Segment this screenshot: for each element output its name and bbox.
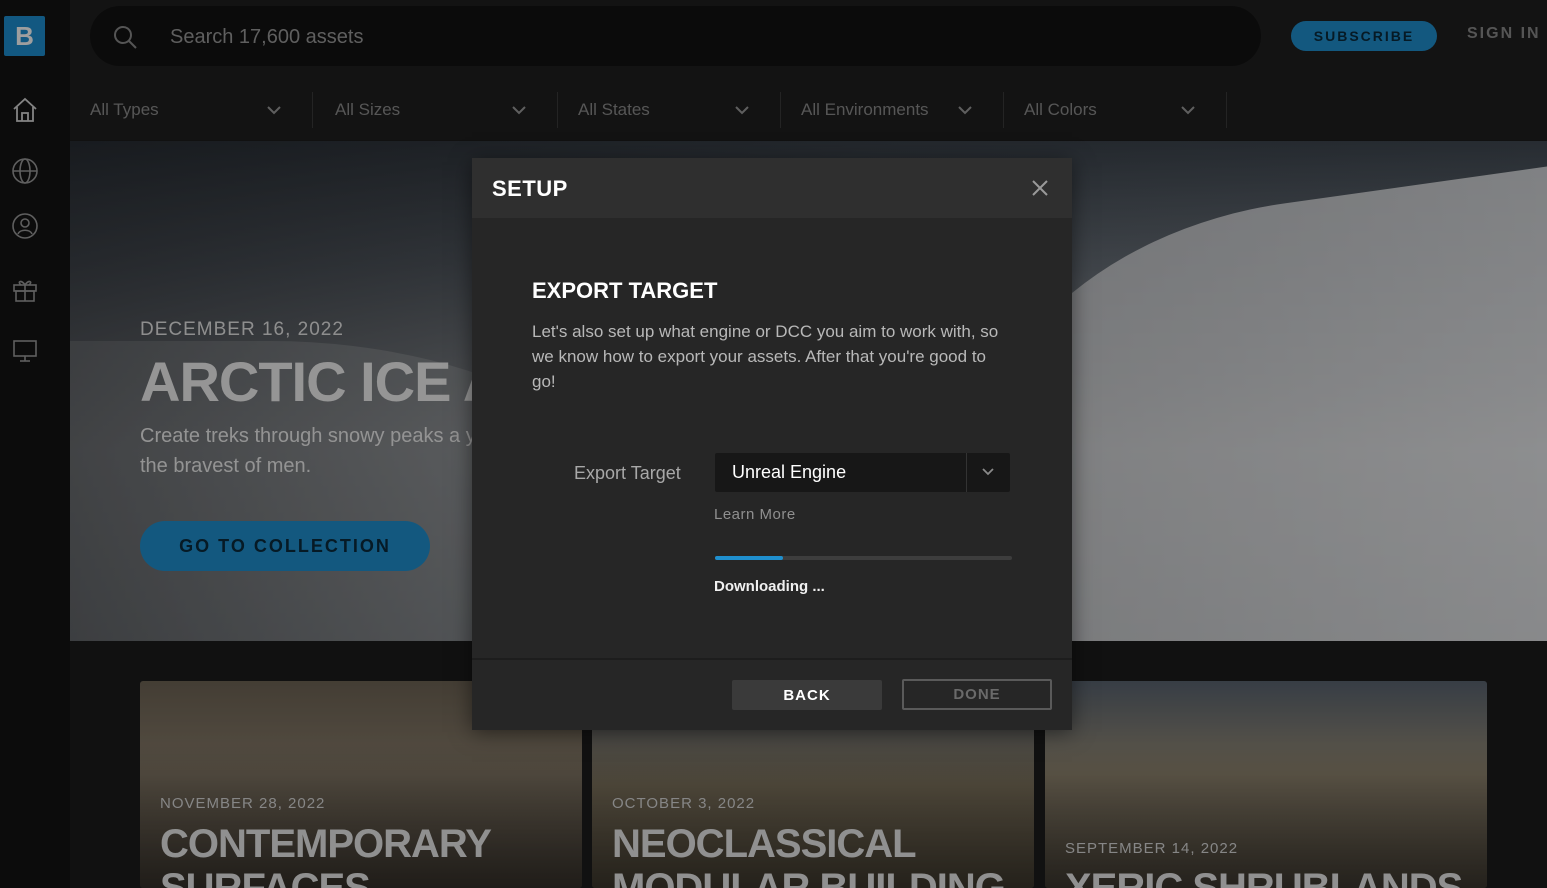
export-target-select[interactable]: Unreal Engine (715, 453, 1010, 492)
selected-value: Unreal Engine (732, 462, 847, 482)
back-button[interactable]: BACK (732, 680, 882, 710)
section-description: Let's also set up what engine or DCC you… (532, 322, 999, 391)
dialog-title: SETUP (492, 176, 568, 201)
learn-more-link[interactable]: Learn More (714, 506, 796, 523)
dialog-footer: BACK DONE (472, 658, 1072, 730)
done-button[interactable]: DONE (902, 679, 1052, 710)
download-progress-bar (715, 556, 1012, 560)
dialog-header: SETUP (472, 158, 1072, 218)
progress-fill (715, 556, 784, 560)
close-icon[interactable] (1030, 178, 1050, 198)
export-target-label: Export Target (574, 463, 681, 483)
download-status: Downloading ... (714, 578, 825, 595)
chevron-down-icon[interactable] (981, 465, 995, 479)
section-title: EXPORT TARGET (532, 278, 718, 303)
select-divider (966, 453, 967, 492)
setup-dialog: SETUP EXPORT TARGET Let's also set up wh… (472, 158, 1072, 730)
